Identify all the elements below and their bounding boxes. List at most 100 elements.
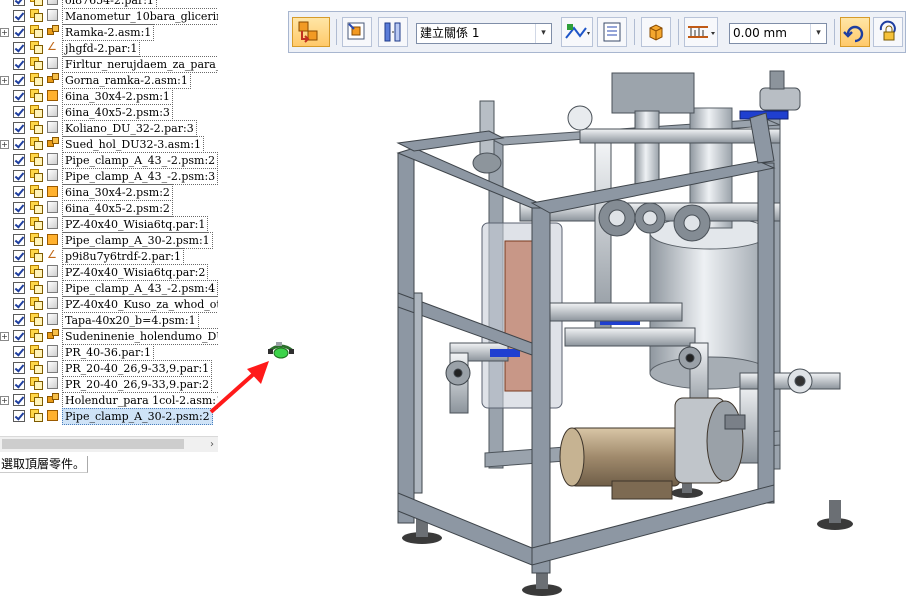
tree-item-label[interactable]: 6ina_30x4-2.psm:2	[62, 184, 173, 201]
visibility-checkbox[interactable]	[13, 0, 25, 6]
visibility-checkbox[interactable]	[13, 122, 25, 134]
tree-item-label[interactable]: Sudeninenie_holendumo_DU32-	[62, 328, 218, 345]
tree-item[interactable]: 6ina_30x4-2.psm:1	[0, 88, 218, 105]
tree-item[interactable]: Pipe_clamp_A_43_-2.psm:3	[0, 168, 218, 185]
tree-item-label[interactable]: Sued_hol_DU32-3.asm:1	[62, 136, 205, 153]
tree-item[interactable]: Pipe_clamp_A_30-2.psm:2	[0, 408, 218, 425]
tree-item[interactable]: 6ina_40x5-2.psm:2	[0, 200, 218, 217]
tree-item-label[interactable]: Ramka-2.asm:1	[62, 24, 155, 41]
tree-item-label[interactable]: Firltur_nerujdaem_za_para_DU4	[62, 56, 218, 73]
tree-item-label[interactable]: Pipe_clamp_A_43_-2.psm:4	[62, 280, 218, 297]
tree-item[interactable]: PR_20-40_26,9-33,9.par:2	[0, 376, 218, 393]
tree-horizontal-scrollbar[interactable]: ›	[0, 436, 218, 452]
visibility-checkbox[interactable]	[13, 170, 25, 182]
tree-item[interactable]: Koliano_DU_32-2.par:3	[0, 120, 218, 137]
tree-item[interactable]: 6ina_30x4-2.psm:2	[0, 184, 218, 201]
tree-item[interactable]: Pipe_clamp_A_43_-2.psm:2	[0, 152, 218, 169]
tree-item-label[interactable]: 6ina_40x5-2.psm:2	[62, 200, 173, 217]
expand-plus-icon[interactable]: +	[0, 396, 9, 405]
tree-item[interactable]: + Sued_hol_DU32-3.asm:1	[0, 136, 218, 153]
tree-item[interactable]: + Sudeninenie_holendumo_DU32-	[0, 328, 218, 345]
tree-item-label[interactable]: Manometur_10bara_glicerin_14-	[62, 8, 218, 25]
tree-item-label[interactable]: PR_20-40_26,9-33,9.par:2	[62, 376, 213, 393]
tree-item-label[interactable]: PZ-40x40_Kuso_za_whod_ot_s	[62, 296, 218, 313]
tree-item-label[interactable]: Holendur_para 1col-2.asm:1	[62, 392, 218, 409]
visibility-checkbox[interactable]	[13, 202, 25, 214]
visibility-checkbox[interactable]	[13, 186, 25, 198]
visibility-checkbox[interactable]	[13, 106, 25, 118]
relationship-types-button[interactable]	[561, 17, 593, 47]
tree-item[interactable]: ∠ jhgfd-2.par:1	[0, 40, 218, 57]
visibility-checkbox[interactable]	[13, 218, 25, 230]
visibility-checkbox[interactable]	[13, 90, 25, 102]
part-options-button[interactable]	[342, 17, 372, 47]
visibility-checkbox[interactable]	[13, 362, 25, 374]
visibility-checkbox[interactable]	[13, 330, 25, 342]
visibility-checkbox[interactable]	[13, 234, 25, 246]
rotate-button[interactable]	[840, 17, 870, 47]
tree-item[interactable]: Manometur_10bara_glicerin_14-	[0, 8, 218, 25]
tree-item-label[interactable]: Pipe_clamp_A_30-2.psm:2	[62, 408, 213, 425]
tree-item[interactable]: 6ina_40x5-2.psm:3	[0, 104, 218, 121]
flip-button[interactable]	[378, 17, 408, 47]
tree-item[interactable]: PZ-40x40_Wisia6tq.par:2	[0, 264, 218, 281]
visibility-checkbox[interactable]	[13, 378, 25, 390]
visibility-checkbox[interactable]	[13, 10, 25, 22]
tree-item[interactable]: PR_20-40_26,9-33,9.par:1	[0, 360, 218, 377]
visibility-checkbox[interactable]	[13, 394, 25, 406]
visibility-checkbox[interactable]	[13, 250, 25, 262]
visibility-checkbox[interactable]	[13, 410, 25, 422]
tree-item[interactable]: Firltur_nerujdaem_za_para_DU4	[0, 56, 218, 73]
offset-type-button[interactable]	[684, 17, 718, 47]
visibility-checkbox[interactable]	[13, 298, 25, 310]
lock-rotation-button[interactable]	[873, 17, 903, 47]
visibility-checkbox[interactable]	[13, 138, 25, 150]
tree-item-label[interactable]: Tapa-40x20_b=4.psm:1	[62, 312, 199, 329]
visibility-checkbox[interactable]	[13, 26, 25, 38]
tree-item-label[interactable]: PR_40-36.par:1	[62, 344, 154, 361]
tree-item[interactable]: Pipe_clamp_A_43_-2.psm:4	[0, 280, 218, 297]
visibility-checkbox[interactable]	[13, 346, 25, 358]
tree-item[interactable]: PZ-40x40_Kuso_za_whod_ot_s	[0, 296, 218, 313]
offset-distance-combo[interactable]: 0.00 mm ▾	[729, 23, 827, 44]
tree-item[interactable]: Pipe_clamp_A_30-2.psm:1	[0, 232, 218, 249]
tree-item[interactable]: + Holendur_para 1col-2.asm:1	[0, 392, 218, 409]
tree-item-label[interactable]: 6ina_40x5-2.psm:3	[62, 104, 173, 121]
tree-item-label[interactable]: Pipe_clamp_A_43_-2.psm:3	[62, 168, 218, 185]
expand-plus-icon[interactable]: +	[0, 76, 9, 85]
visibility-checkbox[interactable]	[13, 266, 25, 278]
scrollbar-thumb[interactable]	[2, 439, 184, 449]
scroll-right-arrow-icon[interactable]: ›	[210, 437, 214, 452]
tree-item-label[interactable]: PZ-40x40_Wisia6tq.par:2	[62, 264, 209, 281]
tree-item-label[interactable]: Koliano_DU_32-2.par:3	[62, 120, 197, 137]
chevron-down-icon[interactable]: ▾	[810, 24, 826, 43]
visibility-checkbox[interactable]	[13, 74, 25, 86]
tree-item[interactable]: ∠ p9i8u7y6trdf-2.par:1	[0, 248, 218, 265]
tree-item-label[interactable]: PR_20-40_26,9-33,9.par:1	[62, 360, 213, 377]
chevron-down-icon[interactable]: ▾	[535, 24, 551, 43]
visibility-checkbox[interactable]	[13, 282, 25, 294]
visibility-checkbox[interactable]	[13, 42, 25, 54]
tree-item[interactable]: oi87654-2.par:1	[0, 0, 218, 9]
tree-item-label[interactable]: Pipe_clamp_A_43_-2.psm:2	[62, 152, 218, 169]
tree-item[interactable]: PZ-40x40_Wisia6tq.par:1	[0, 216, 218, 233]
visibility-checkbox[interactable]	[13, 314, 25, 326]
expand-plus-icon[interactable]: +	[0, 140, 9, 149]
expand-plus-icon[interactable]: +	[0, 28, 9, 37]
relationship-list-button[interactable]	[597, 17, 627, 47]
tree-item-label[interactable]: jhgfd-2.par:1	[62, 40, 141, 57]
visibility-checkbox[interactable]	[13, 154, 25, 166]
tree-item-label[interactable]: Pipe_clamp_A_30-2.psm:1	[62, 232, 213, 249]
expand-plus-icon[interactable]: +	[0, 332, 9, 341]
construction-display-button[interactable]	[641, 17, 671, 47]
tree-item-label[interactable]: Gorna_ramka-2.asm:1	[62, 72, 191, 89]
tree-item[interactable]: + Gorna_ramka-2.asm:1	[0, 72, 218, 89]
model-viewport[interactable]	[220, 53, 906, 608]
visibility-checkbox[interactable]	[13, 58, 25, 70]
tree-item-label[interactable]: PZ-40x40_Wisia6tq.par:1	[62, 216, 209, 233]
tree-item-label[interactable]: p9i8u7y6trdf-2.par:1	[62, 248, 185, 265]
relationship-type-combo[interactable]: 建立關係 1 ▾	[416, 23, 552, 44]
tree-item[interactable]: Tapa-40x20_b=4.psm:1	[0, 312, 218, 329]
tree-item[interactable]: + Ramka-2.asm:1	[0, 24, 218, 41]
tree-item[interactable]: PR_40-36.par:1	[0, 344, 218, 361]
